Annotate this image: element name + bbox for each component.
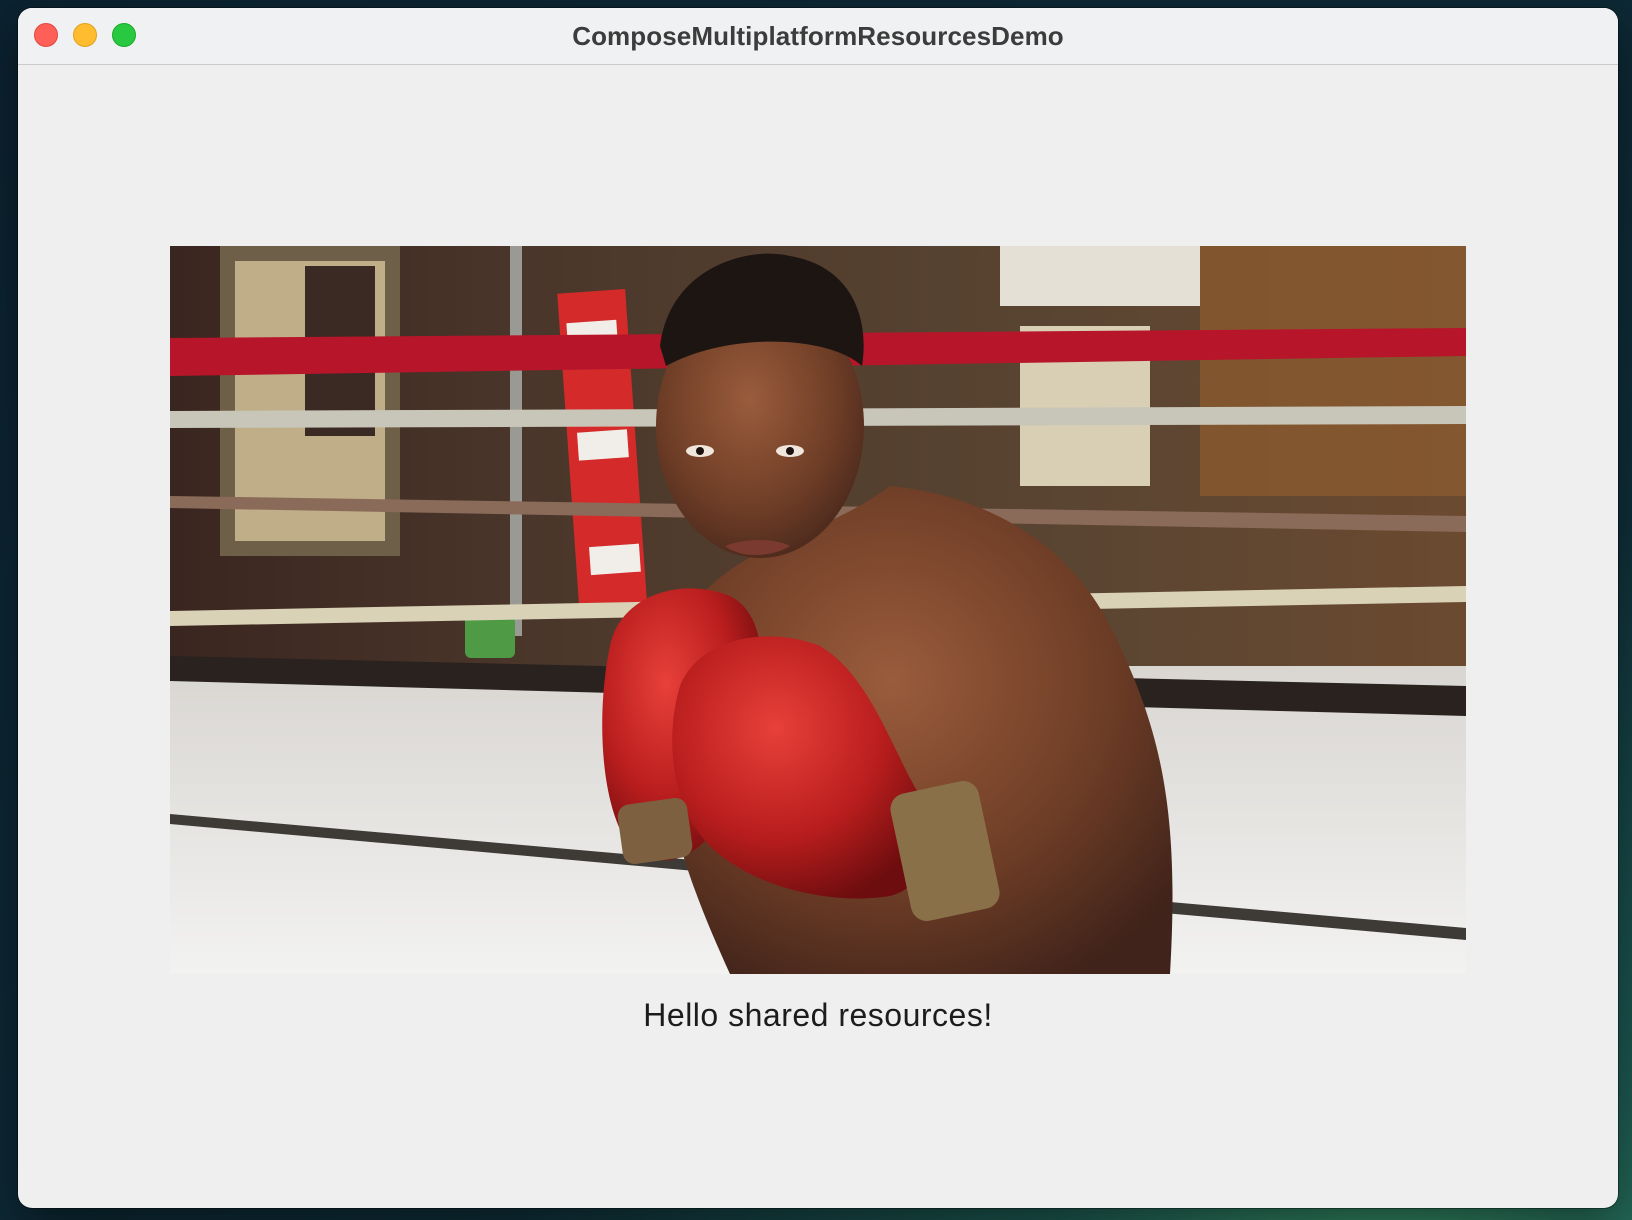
boxer-photo (170, 246, 1466, 974)
window-title: ComposeMultiplatformResourcesDemo (572, 20, 1064, 51)
title-bar[interactable]: ComposeMultiplatformResourcesDemo (18, 8, 1618, 65)
traffic-lights (34, 23, 136, 47)
zoom-button[interactable] (112, 23, 136, 47)
app-window: ComposeMultiplatformResourcesDemo Hello … (18, 8, 1618, 1208)
minimize-button[interactable] (73, 23, 97, 47)
main-content: Hello shared resources! (18, 65, 1618, 1208)
close-button[interactable] (34, 23, 58, 47)
greeting-text: Hello shared resources! (643, 997, 993, 1033)
boxer-photo-illustration (170, 246, 1466, 974)
